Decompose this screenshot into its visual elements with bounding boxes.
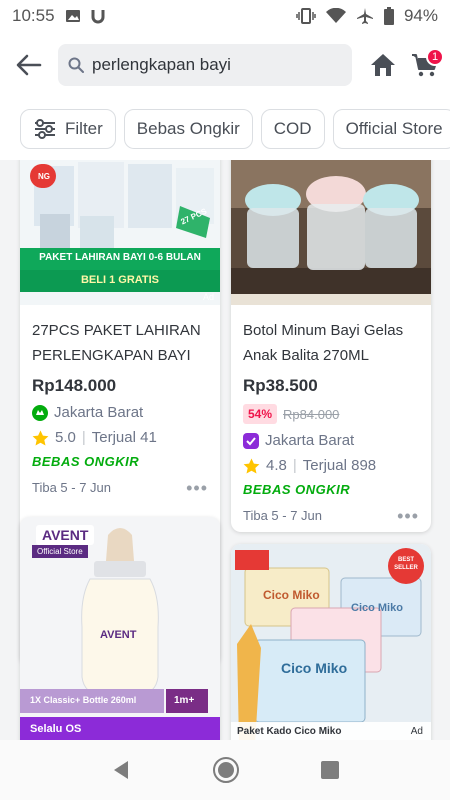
- chip-label: Official Store: [345, 119, 443, 138]
- delivery-estimate: Tiba 5 - 7 Jun: [243, 508, 323, 523]
- brand-logo: AVENT: [36, 525, 95, 545]
- discount-row: 54% Rp84.000: [243, 404, 419, 424]
- separator: |: [292, 457, 297, 474]
- chip-label: COD: [273, 119, 312, 138]
- cart-button[interactable]: 1: [404, 44, 446, 86]
- battery-icon: [383, 7, 394, 25]
- product-image: BEST SELLER Cico Miko Cico Miko Cico Mik…: [231, 544, 431, 740]
- product-price: Rp148.000: [32, 376, 117, 395]
- product-variant-tag: 1X Classic+ Bottle 260ml: [30, 695, 137, 705]
- product-card[interactable]: BEST SELLER Cico Miko Cico Miko Cico Mik…: [231, 544, 431, 740]
- product-grid: NG 27 PCS PAKET LAHIRAN BAYI 0-6 BULAN B…: [0, 160, 450, 740]
- discount-badge: 54%: [243, 404, 278, 424]
- back-button[interactable]: [0, 36, 58, 94]
- u-app-icon: [91, 10, 105, 24]
- filter-chip[interactable]: Filter: [20, 109, 116, 149]
- product-info: Botol Minum Bayi Gelas Anak Balita 270ML…: [231, 318, 431, 525]
- bebas-ongkir-chip[interactable]: Bebas Ongkir: [123, 109, 253, 149]
- rating-value: 5.0: [55, 429, 76, 446]
- official-store-chip[interactable]: Official Store: [332, 109, 450, 149]
- sold-count: Terjual 41: [91, 429, 157, 446]
- power-merchant-icon: [32, 404, 48, 421]
- arrow-left-icon: [16, 54, 42, 76]
- image-banner: PAKET LAHIRAN BAYI 0-6 BULAN: [39, 252, 201, 263]
- system-nav-bar: [0, 740, 450, 800]
- product-card[interactable]: AVENT Official Store AVENT 1X Classic+ B…: [20, 517, 220, 740]
- filter-bar: Filter Bebas Ongkir COD Official Store: [0, 98, 450, 160]
- chip-label: Bebas Ongkir: [136, 119, 240, 138]
- official-store-label: Official Store: [32, 545, 88, 558]
- product-info: 27PCS PAKET LAHIRAN PERLENGKAPAN BAYI B.…: [20, 318, 220, 497]
- nav-back-icon[interactable]: [110, 759, 132, 781]
- shop-location-row: Jakarta Barat: [243, 432, 419, 449]
- shop-location: Jakarta Barat: [54, 404, 144, 421]
- official-store-badge-icon: [243, 432, 259, 449]
- image-banner-2: BELI 1 GRATIS: [80, 274, 160, 286]
- star-icon: [243, 458, 260, 473]
- status-time: 10:55: [12, 6, 55, 25]
- product-card[interactable]: Botol Minum Bayi Gelas Anak Balita 270ML…: [231, 160, 431, 532]
- home-button[interactable]: [362, 44, 404, 86]
- more-options-icon[interactable]: •••: [186, 479, 208, 497]
- airplane-icon: [356, 8, 373, 24]
- search-query: perlengkapan bayi: [92, 55, 231, 74]
- more-options-icon[interactable]: •••: [397, 507, 419, 525]
- separator: |: [81, 429, 86, 446]
- status-bar: 10:55 94%: [0, 0, 450, 32]
- gallery-icon: [65, 10, 80, 22]
- ad-label: Ad: [410, 726, 423, 737]
- sold-count: Terjual 898: [302, 457, 377, 474]
- nav-recents-icon[interactable]: [320, 760, 340, 780]
- filter-sliders-icon: [35, 119, 55, 139]
- card-footer: Tiba 5 - 7 Jun •••: [32, 479, 208, 497]
- card-footer: Tiba 5 - 7 Jun •••: [243, 507, 419, 525]
- cart-badge: 1: [426, 48, 444, 66]
- nav-home-icon[interactable]: [212, 756, 240, 784]
- star-icon: [32, 430, 49, 445]
- product-price: Rp38.500: [243, 376, 318, 395]
- bottle-brand-text: AVENT: [100, 629, 137, 641]
- rating-value: 4.8: [266, 457, 287, 474]
- brand-logo-2: Cico Miko: [351, 602, 403, 614]
- best-seller-badge: BEST SELLER: [394, 557, 418, 571]
- free-shipping-label: BEBAS ONGKIR: [32, 454, 140, 469]
- wifi-icon: [325, 8, 346, 23]
- rating-row: 5.0 | Terjual 41: [32, 429, 208, 446]
- filter-chip-label: Filter: [65, 119, 103, 138]
- free-shipping-label: BEBAS ONGKIR: [243, 482, 351, 497]
- search-header: perlengkapan bayi 1: [0, 32, 450, 98]
- battery-percent: 94%: [403, 6, 438, 25]
- rating-row: 4.8 | Terjual 898: [243, 457, 419, 474]
- vibrate-icon: [296, 8, 316, 24]
- age-tag: 1m+: [174, 695, 195, 706]
- shop-location-row: Jakarta Barat: [32, 404, 208, 421]
- shop-location: Jakarta Barat: [265, 432, 355, 449]
- official-store-footer: Selalu OS: [30, 723, 82, 735]
- brand-logo: Cico Miko: [263, 588, 320, 602]
- product-image: AVENT Official Store AVENT 1X Classic+ B…: [20, 517, 220, 740]
- product-name: Botol Minum Bayi Gelas Anak Balita 270ML…: [243, 322, 404, 364]
- image-sticker-ng: NG: [32, 164, 56, 188]
- product-image: [231, 160, 431, 305]
- ad-label: Ad: [202, 292, 214, 302]
- brand-logo-3: Cico Miko: [281, 660, 348, 676]
- image-caption: Paket Kado Cico Miko: [237, 726, 342, 737]
- cod-chip[interactable]: COD: [260, 109, 325, 149]
- product-image: NG 27 PCS PAKET LAHIRAN BAYI 0-6 BULAN B…: [20, 160, 220, 305]
- original-price: Rp84.000: [283, 406, 340, 422]
- delivery-estimate: Tiba 5 - 7 Jun: [32, 480, 112, 495]
- search-input[interactable]: perlengkapan bayi: [58, 44, 352, 86]
- home-icon: [371, 54, 395, 76]
- search-icon: [68, 57, 84, 73]
- product-name: 27PCS PAKET LAHIRAN PERLENGKAPAN BAYI B.…: [32, 322, 201, 364]
